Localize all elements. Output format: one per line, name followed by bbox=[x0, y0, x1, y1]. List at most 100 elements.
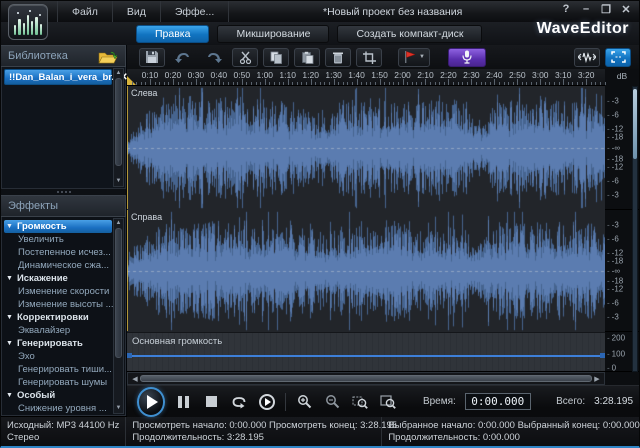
effect-item[interactable]: ▼ Корректировки bbox=[4, 311, 112, 324]
effect-item[interactable]: Увеличить bbox=[4, 233, 112, 246]
effect-item[interactable]: Генерировать тиши... bbox=[4, 363, 112, 376]
ruler-time-label: 3:00 bbox=[531, 70, 549, 80]
toolbar: ▼ bbox=[127, 45, 639, 69]
scroll-down-icon[interactable]: ▼ bbox=[116, 177, 122, 186]
effect-item[interactable]: ▼ Громкость bbox=[4, 220, 112, 233]
transport-bar: Время: 0:00.000 Всего: 3:28.195 bbox=[127, 385, 639, 417]
horizontal-scrollbar[interactable]: ◀ ▶ bbox=[127, 372, 605, 385]
effect-item[interactable]: Реверс bbox=[4, 415, 112, 416]
effects-scrollbar[interactable]: ▲ ▼ bbox=[113, 218, 124, 414]
effect-item[interactable]: Эквалайзер bbox=[4, 324, 112, 337]
paste-button[interactable] bbox=[294, 47, 320, 67]
collapse-triangle-icon[interactable]: ▼ bbox=[6, 275, 13, 282]
dropdown-arrow-icon[interactable]: ▼ bbox=[419, 54, 425, 60]
effect-item[interactable]: Генерировать шумы bbox=[4, 376, 112, 389]
delete-button[interactable] bbox=[325, 47, 351, 67]
effect-label: Изменение высоты ... bbox=[18, 299, 114, 310]
effect-label: Искажение bbox=[16, 273, 68, 284]
copy-button[interactable] bbox=[263, 47, 289, 67]
db-tick-label: - -6 bbox=[607, 234, 619, 244]
play-button[interactable] bbox=[137, 386, 166, 417]
trim-button[interactable] bbox=[356, 47, 382, 67]
ruler-time-label: 1:00 bbox=[256, 70, 274, 80]
ruler-time-label: 3:10 bbox=[554, 70, 572, 80]
pause-button[interactable] bbox=[174, 392, 193, 412]
scroll-right-icon[interactable]: ▶ bbox=[592, 375, 602, 383]
right-channel-label: Справа bbox=[131, 212, 163, 222]
effect-label: Громкость bbox=[16, 221, 67, 232]
sidebar: Библиотека !!Dan_Balan_i_vera_br... ✕ ▲ bbox=[1, 45, 128, 416]
minimize-button[interactable]: – bbox=[579, 3, 593, 16]
collapse-triangle-icon[interactable]: ▼ bbox=[6, 223, 13, 230]
effect-item[interactable]: Изменение скорости bbox=[4, 285, 112, 298]
effect-item[interactable]: Постепенное исчез... bbox=[4, 246, 112, 259]
effect-item[interactable]: ▼ Генерировать bbox=[4, 337, 112, 350]
collapse-triangle-icon[interactable]: ▼ bbox=[6, 340, 13, 347]
master-volume-envelope[interactable]: Основная громкость bbox=[127, 332, 605, 372]
effect-item[interactable]: ▼ Искажение bbox=[4, 272, 112, 285]
ruler-time-label: 2:50 bbox=[509, 70, 526, 80]
library-item[interactable]: !!Dan_Balan_i_vera_br... ✕ bbox=[4, 69, 128, 85]
effect-item[interactable]: Изменение высоты ... bbox=[4, 298, 114, 311]
time-field[interactable]: 0:00.000 bbox=[464, 393, 531, 410]
menu-file[interactable]: Файл bbox=[57, 1, 113, 22]
scroll-down-icon[interactable]: ▼ bbox=[116, 404, 122, 413]
record-mic-button[interactable] bbox=[448, 47, 486, 67]
effect-item[interactable]: Эхо bbox=[4, 350, 112, 363]
tab-create-cd[interactable]: Создать компакт-диск bbox=[337, 24, 483, 43]
help-button[interactable]: ? bbox=[559, 3, 573, 16]
effect-label: Особый bbox=[16, 390, 56, 401]
scroll-left-icon[interactable]: ◀ bbox=[130, 375, 140, 383]
waveform-right-channel[interactable]: Справа bbox=[127, 210, 605, 332]
stretch-tool-button[interactable] bbox=[574, 47, 600, 67]
close-button[interactable]: ✕ bbox=[619, 3, 633, 16]
stop-button[interactable] bbox=[202, 392, 221, 412]
menu-view[interactable]: Вид bbox=[113, 1, 161, 22]
scroll-up-icon[interactable]: ▲ bbox=[116, 69, 122, 78]
loop-button[interactable] bbox=[230, 392, 249, 412]
open-folder-icon[interactable] bbox=[98, 50, 118, 63]
undo-button[interactable] bbox=[170, 48, 196, 67]
collapse-triangle-icon[interactable]: ▼ bbox=[6, 392, 13, 399]
scrollbar-thumb[interactable] bbox=[633, 89, 637, 159]
effect-label: Генерировать bbox=[16, 338, 83, 349]
selection-tool-button[interactable] bbox=[605, 47, 631, 67]
db-tick-label: - -18 bbox=[607, 256, 624, 266]
effect-item[interactable]: Динамическое сжа... bbox=[4, 259, 112, 272]
play-selection-button[interactable] bbox=[258, 392, 277, 412]
tab-edit[interactable]: Правка bbox=[136, 24, 210, 43]
effect-item[interactable]: Снижение уровня ... bbox=[4, 402, 112, 415]
ruler-time-label: 0:40 bbox=[210, 70, 228, 80]
view-duration: Продолжительность: 3:28.195 bbox=[132, 432, 264, 443]
collapse-triangle-icon[interactable]: ▼ bbox=[6, 314, 13, 321]
marker-flag-button[interactable]: ▼ bbox=[398, 47, 430, 67]
zoom-selection-button[interactable] bbox=[351, 392, 370, 412]
cut-button[interactable] bbox=[232, 47, 258, 67]
waveform-left-channel[interactable]: Слева bbox=[127, 86, 605, 210]
ribbon-tabs: Правка Микширование Создать компакт-диск… bbox=[1, 20, 639, 45]
menu-effects[interactable]: Эффе... bbox=[161, 1, 230, 22]
timeline-ruler[interactable]: 0:10 0:20 0:30 0:40 0:50 1:00 1:10 1:20 1:30 1:40… bbox=[127, 69, 606, 86]
brand-logo: WaveEditor bbox=[536, 20, 629, 37]
db-tick-label: - -12 bbox=[607, 284, 624, 294]
tab-mix[interactable]: Микширование bbox=[217, 24, 330, 43]
effect-label: Динамическое сжа... bbox=[18, 260, 109, 271]
redo-button[interactable] bbox=[201, 48, 227, 67]
library-scrollbar[interactable]: ▲ ▼ bbox=[113, 68, 124, 187]
zoom-all-button[interactable] bbox=[379, 392, 398, 412]
db-tick-label: - -3 bbox=[607, 312, 619, 322]
ruler-time-label: 2:20 bbox=[440, 70, 457, 80]
left-channel-label: Слева bbox=[131, 88, 158, 98]
status-bar: Исходный: MP3 44100 Hz Стерео Просмотрет… bbox=[1, 416, 640, 446]
zoom-in-button[interactable] bbox=[295, 392, 314, 412]
time-label: Время: bbox=[422, 396, 456, 407]
save-button[interactable] bbox=[139, 47, 165, 67]
vertical-scrollbar[interactable] bbox=[632, 86, 638, 372]
volume-envelope-line[interactable] bbox=[127, 353, 605, 358]
maximize-button[interactable]: ❐ bbox=[599, 3, 613, 16]
scroll-up-icon[interactable]: ▲ bbox=[116, 219, 122, 228]
zoom-out-button[interactable] bbox=[323, 392, 342, 412]
effect-item[interactable]: ▼ Особый bbox=[4, 389, 112, 402]
scrollbar-thumb[interactable] bbox=[140, 375, 592, 382]
effects-list: ▲ ▼ ▼ Громкость Увеличить Постепенное исчез… bbox=[1, 217, 126, 416]
